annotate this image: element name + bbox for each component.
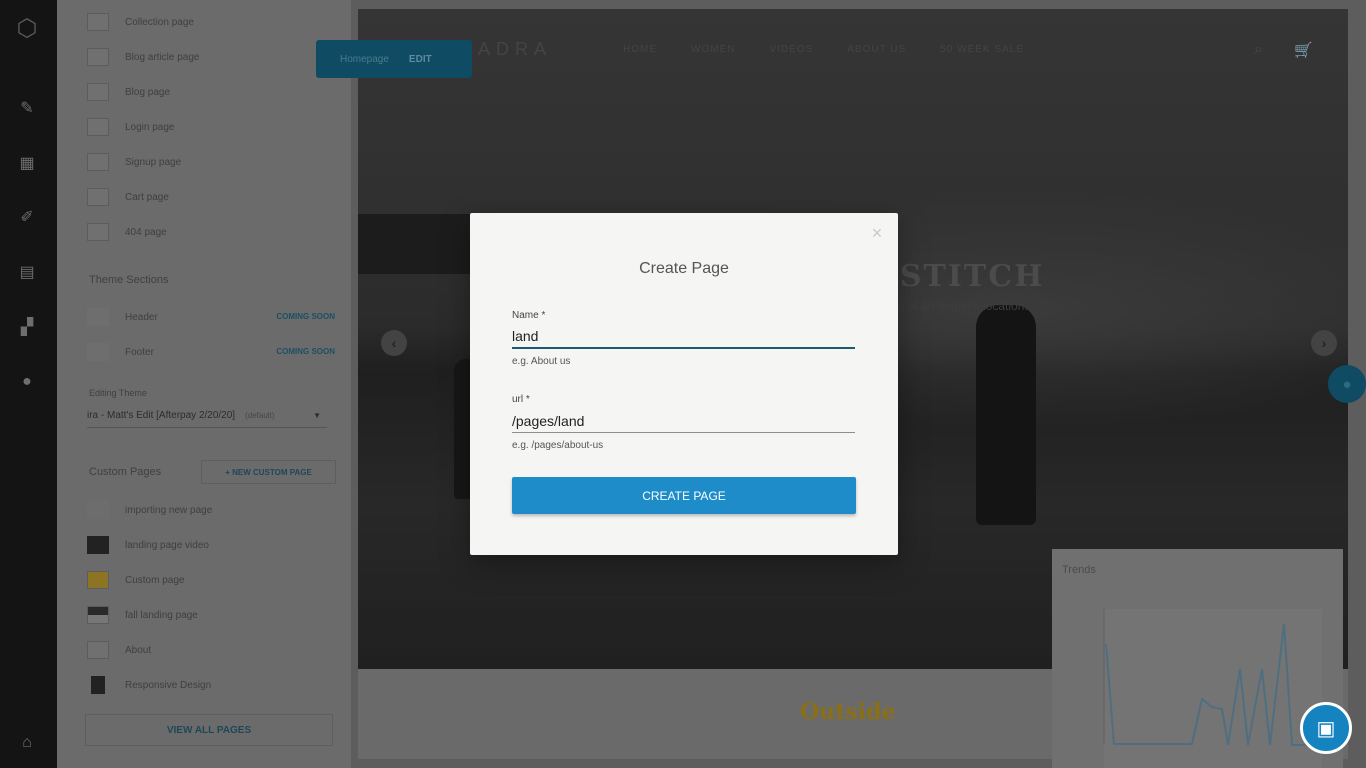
page-item-404[interactable]: 404 page (87, 222, 167, 242)
section-thumbnail (87, 308, 109, 326)
site-brand: ADRA (478, 39, 553, 59)
custom-page-item[interactable]: About (87, 640, 151, 660)
trends-widget: Trends (1052, 549, 1343, 768)
page-thumbnail (87, 501, 109, 519)
page-item-login[interactable]: Login page (87, 117, 175, 137)
name-field-label: Name * (512, 310, 546, 321)
highlight-tag-label: Homepage (340, 53, 389, 65)
editing-theme-label: Editing Theme (89, 388, 147, 398)
left-icon-rail: ⬡ ✎ ▦ ✐ ▤ ▞ ● ⌂ (0, 0, 57, 768)
new-custom-page-button[interactable]: + NEW CUSTOM PAGE (201, 460, 336, 484)
custom-page-item[interactable]: Responsive Design (87, 675, 211, 695)
page-thumbnail (91, 676, 105, 694)
custom-page-item[interactable]: landing page video (87, 535, 209, 555)
page-item-label: Blog article page (125, 51, 200, 63)
page-item-label: Blog page (125, 86, 171, 98)
theme-section-header: Header (87, 307, 158, 327)
name-field[interactable] (512, 325, 855, 349)
paint-brush-icon[interactable]: ✐ (14, 204, 40, 230)
create-page-modal: × Create Page Name * e.g. About us url *… (470, 213, 898, 555)
coming-soon-badge: COMING SOON (276, 347, 335, 356)
grid-icon[interactable]: ▦ (14, 150, 40, 176)
caret-down-icon: ▼ (313, 411, 321, 420)
trends-sparkline (1103, 609, 1322, 768)
page-thumbnail (87, 48, 109, 66)
page-item-label: Responsive Design (125, 679, 212, 691)
page-item-label: Login page (125, 121, 175, 133)
custom-page-item[interactable]: fall landing page (87, 605, 198, 625)
theme-default-tag: (default) (245, 411, 275, 420)
page-thumbnail (87, 606, 109, 624)
page-item-label: Cart page (125, 191, 169, 203)
page-item-label: landing page video (125, 539, 209, 551)
hero-subtitle: ...at an angler's location. (898, 299, 1028, 313)
custom-page-item[interactable]: importing new page (87, 500, 212, 520)
site-nav-link: VIDEOS (769, 44, 814, 55)
url-field-hint: e.g. /pages/about-us (512, 440, 604, 451)
site-nav-link: 50 WEEK SALE (940, 44, 1024, 55)
page-item-collection[interactable]: Collection page (87, 12, 194, 32)
theme-select[interactable]: ira - Matt's Edit [Afterpay 2/20/20] (de… (87, 404, 327, 428)
search-icon: ⌕ (1254, 41, 1263, 58)
page-thumbnail (87, 571, 109, 589)
page-thumbnail (87, 83, 109, 101)
homepage-highlight-tag[interactable]: Homepage EDIT (316, 40, 472, 78)
site-nav-link: HOME (623, 44, 657, 55)
site-nav: HOME WOMEN VIDEOS ABOUT US 50 WEEK SALE (623, 44, 1024, 55)
create-page-button[interactable]: CREATE PAGE (512, 477, 856, 514)
page-thumbnail (87, 13, 109, 31)
user-icon[interactable]: ● (14, 369, 40, 395)
page-item-label: Custom page (125, 574, 185, 586)
site-nav-link: ABOUT US (847, 44, 907, 55)
view-all-pages-button[interactable]: VIEW ALL PAGES (85, 714, 333, 746)
page-item-blog[interactable]: Blog page (87, 82, 170, 102)
magic-wand-icon[interactable]: ✎ (14, 95, 40, 121)
modal-title: Create Page (639, 260, 729, 277)
site-nav-link: WOMEN (691, 44, 736, 55)
close-icon[interactable]: × (868, 224, 886, 242)
custom-page-item[interactable]: Custom page (87, 570, 184, 590)
theme-select-value: ira - Matt's Edit [Afterpay 2/20/20] (87, 410, 236, 421)
page-thumbnail (87, 153, 109, 171)
url-field-label: url * (512, 394, 530, 405)
highlight-edit-button[interactable]: EDIT (409, 54, 432, 65)
hero-figure (976, 305, 1036, 525)
page-thumbnail (87, 188, 109, 206)
theme-section-footer: Footer (87, 342, 154, 362)
theme-sections-title: Theme Sections (89, 274, 169, 286)
theme-section-label: Footer (125, 346, 154, 358)
document-icon[interactable]: ▤ (14, 259, 40, 285)
section-thumbnail (87, 343, 109, 361)
page-item-label: importing new page (125, 504, 213, 516)
cart-icon: 🛒 (1294, 42, 1313, 59)
help-bubble-icon[interactable]: ● (1328, 365, 1366, 403)
pages-panel: Collection page Blog article page Blog p… (57, 0, 351, 768)
carousel-prev-icon: ‹ (381, 330, 407, 356)
page-thumbnail (87, 641, 109, 659)
url-field[interactable] (512, 409, 855, 433)
page-item-label: About (125, 644, 152, 656)
page-item-label: Collection page (125, 16, 194, 28)
page-item-label: Signup page (125, 156, 182, 168)
apps-icon[interactable]: ▞ (14, 314, 40, 340)
page-item-label: fall landing page (125, 609, 198, 621)
carousel-next-icon: › (1311, 330, 1337, 356)
page-item-signup[interactable]: Signup page (87, 152, 181, 172)
page-item-label: 404 page (125, 226, 167, 238)
custom-pages-title: Custom Pages (89, 466, 162, 478)
page-item-cart[interactable]: Cart page (87, 187, 169, 207)
page-thumbnail (87, 536, 109, 554)
name-field-hint: e.g. About us (512, 356, 571, 367)
page-item-blog-article[interactable]: Blog article page (87, 47, 200, 67)
page-editor-app: ⬡ ✎ ▦ ✐ ▤ ▞ ● ⌂ Collection page Blog art… (0, 0, 1366, 768)
footer-logo: Outside (800, 699, 896, 725)
bank-icon[interactable]: ⌂ (14, 730, 40, 756)
coming-soon-badge: COMING SOON (276, 312, 335, 321)
page-thumbnail (87, 118, 109, 136)
video-recorder-icon[interactable]: ▣ (1300, 702, 1352, 754)
theme-section-label: Header (125, 311, 158, 323)
page-thumbnail (87, 223, 109, 241)
cube-logo-icon[interactable]: ⬡ (11, 12, 43, 44)
